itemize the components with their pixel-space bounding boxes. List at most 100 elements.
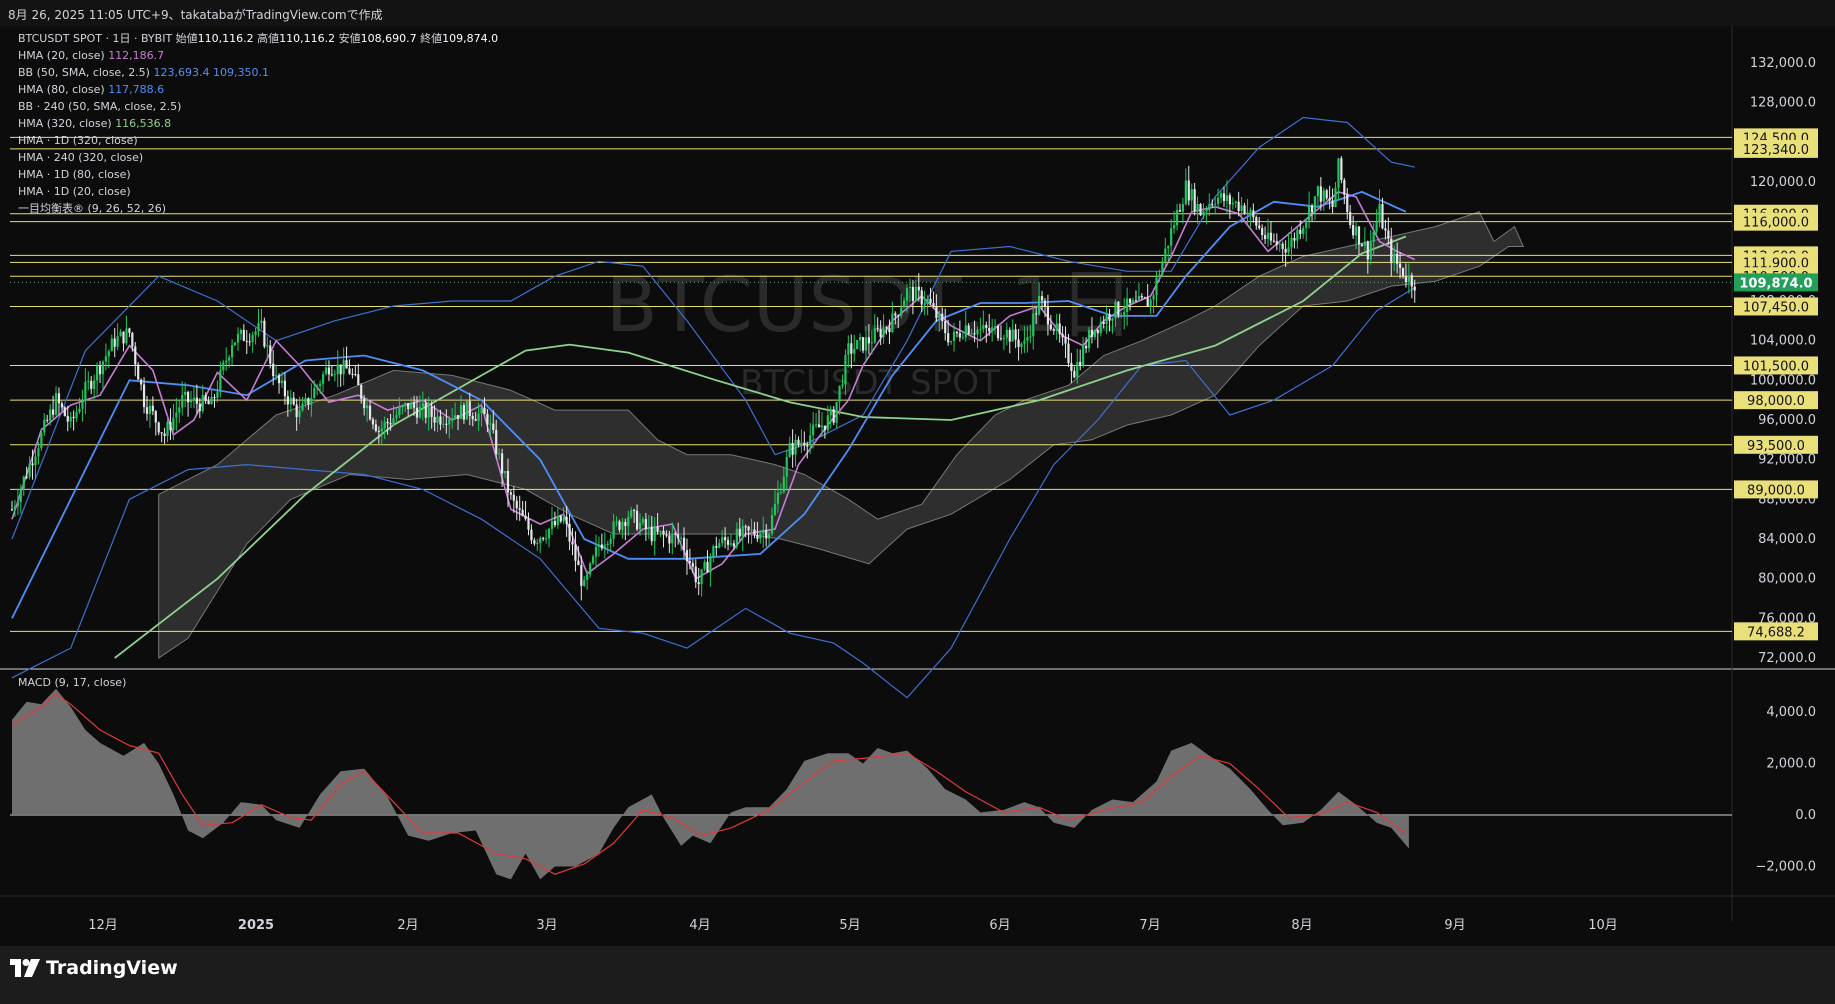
candle-body[interactable] [459, 405, 463, 420]
candle-body[interactable] [1308, 206, 1311, 221]
candle-body[interactable] [993, 326, 997, 328]
candle-body[interactable] [776, 492, 780, 504]
candle-body[interactable] [712, 545, 715, 558]
candle-body[interactable] [233, 342, 237, 346]
candle-body[interactable] [1387, 230, 1390, 239]
candle-body[interactable] [794, 439, 797, 455]
candle-body[interactable] [1199, 203, 1202, 216]
candle-body[interactable] [427, 406, 430, 418]
candle-body[interactable] [677, 534, 680, 539]
candle-body[interactable] [75, 411, 78, 419]
candle-body[interactable] [903, 300, 906, 308]
candle-body[interactable] [873, 328, 876, 343]
candle-body[interactable] [166, 421, 169, 436]
candle-body[interactable] [1093, 329, 1096, 337]
candle-body[interactable] [527, 518, 530, 530]
candle-body[interactable] [809, 435, 812, 446]
candle-body[interactable] [1043, 300, 1047, 307]
candle-body[interactable] [301, 403, 304, 411]
candle-body[interactable] [961, 337, 964, 339]
candle-body[interactable] [671, 533, 674, 544]
candle-body[interactable] [982, 324, 985, 330]
candle-body[interactable] [116, 336, 119, 347]
candle-body[interactable] [1240, 205, 1243, 212]
candle-body[interactable] [298, 410, 301, 418]
candle-body[interactable] [160, 432, 163, 434]
candle-body[interactable] [401, 406, 404, 408]
candle-body[interactable] [483, 407, 486, 414]
candle-body[interactable] [383, 421, 386, 429]
candle-body[interactable] [154, 411, 157, 423]
legend-indicator[interactable]: HMA (80, close) 117,788.6 [18, 83, 164, 96]
candle-body[interactable] [1131, 300, 1135, 304]
legend-indicator[interactable]: HMA (320, close) 116,536.8 [18, 117, 171, 130]
candle-body[interactable] [600, 544, 603, 549]
candle-body[interactable] [304, 398, 307, 404]
candle-body[interactable] [1393, 253, 1396, 264]
candle-body[interactable] [894, 313, 897, 316]
candle-body[interactable] [709, 557, 712, 573]
candle-body[interactable] [897, 315, 900, 317]
candle-body[interactable] [495, 429, 498, 455]
candle-body[interactable] [66, 415, 69, 422]
candle-body[interactable] [439, 416, 442, 425]
candle-body[interactable] [1064, 337, 1067, 344]
candle-body[interactable] [668, 535, 671, 544]
candle-body[interactable] [260, 320, 263, 324]
candle-body[interactable] [462, 405, 466, 420]
candle-body[interactable] [1190, 189, 1193, 201]
candle-body[interactable] [175, 412, 178, 418]
candle-body[interactable] [386, 421, 389, 424]
candle-body[interactable] [718, 543, 721, 548]
candle-body[interactable] [586, 574, 589, 580]
candle-body[interactable] [1354, 226, 1358, 236]
candle-body[interactable] [553, 521, 557, 526]
candle-body[interactable] [656, 526, 659, 532]
candle-body[interactable] [609, 538, 612, 544]
candle-body[interactable] [330, 374, 333, 376]
candle-body[interactable] [477, 413, 480, 421]
candle-body[interactable] [1017, 339, 1020, 347]
candle-body[interactable] [597, 544, 601, 547]
candle-body[interactable] [395, 415, 398, 419]
candle-body[interactable] [442, 423, 445, 425]
legend-indicator[interactable]: BB · 240 (50, SMA, close, 2.5) [18, 100, 181, 113]
candle-body[interactable] [929, 298, 932, 304]
candle-body[interactable] [941, 313, 944, 322]
candle-body[interactable] [371, 419, 375, 425]
candle-body[interactable] [363, 398, 366, 409]
candle-body[interactable] [885, 327, 888, 329]
candle-body[interactable] [694, 566, 697, 583]
candle-body[interactable] [1090, 329, 1094, 337]
candle-body[interactable] [500, 453, 504, 474]
candle-body[interactable] [905, 287, 909, 301]
candle-body[interactable] [1401, 267, 1405, 277]
candle-body[interactable] [489, 423, 492, 425]
candle-body[interactable] [1390, 238, 1393, 264]
legend-indicator[interactable]: HMA · 1D (80, close) [18, 168, 131, 181]
candle-body[interactable] [682, 537, 686, 551]
candle-body[interactable] [474, 419, 477, 421]
candle-body[interactable] [1099, 321, 1102, 334]
candle-body[interactable] [506, 470, 510, 493]
candle-body[interactable] [518, 508, 521, 510]
candle-body[interactable] [1178, 210, 1182, 212]
candle-body[interactable] [1134, 300, 1138, 302]
candle-body[interactable] [926, 298, 929, 304]
legend-indicator[interactable]: HMA (20, close) 112,186.7 [18, 49, 164, 62]
candle-body[interactable] [13, 506, 17, 510]
candle-body[interactable] [468, 401, 471, 417]
candle-body[interactable] [583, 579, 586, 586]
candle-body[interactable] [51, 409, 55, 415]
candle-body[interactable] [521, 509, 524, 516]
candle-body[interactable] [768, 533, 771, 539]
candle-body[interactable] [248, 341, 251, 343]
candle-body[interactable] [280, 380, 284, 384]
candle-body[interactable] [944, 321, 947, 334]
candle-body[interactable] [1184, 180, 1187, 205]
candle-body[interactable] [195, 397, 198, 404]
candle-body[interactable] [239, 329, 242, 334]
candle-body[interactable] [938, 313, 941, 318]
candle-body[interactable] [591, 556, 595, 564]
candle-body[interactable] [782, 476, 785, 493]
